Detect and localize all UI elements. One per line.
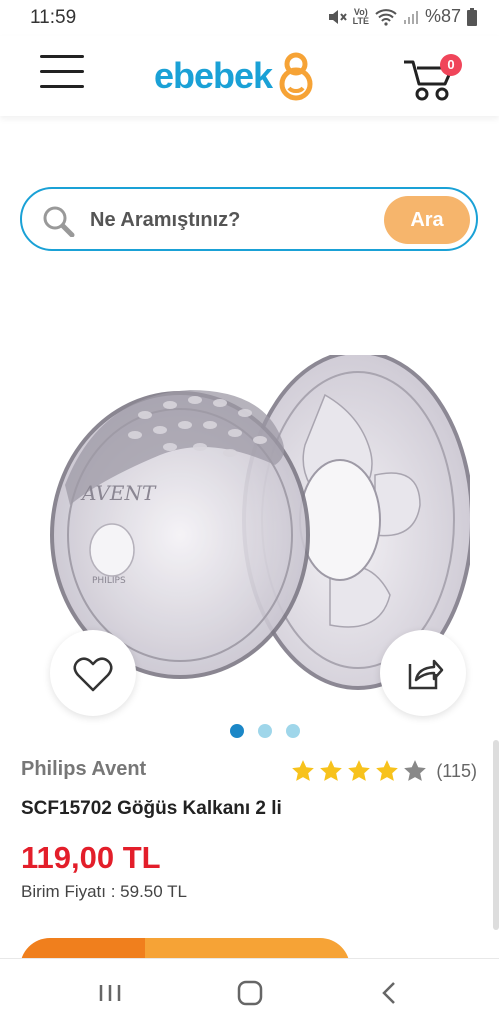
carousel-dot[interactable] [286,724,300,738]
carousel-dot[interactable] [258,724,272,738]
logo-text: ebebek [154,55,273,96]
battery-percent: %87 [424,6,461,26]
heart-icon [73,657,113,692]
product-brand[interactable]: Philips Avent [21,758,146,781]
recents-icon [99,985,121,1001]
status-icons: Vo) LTE %87 [327,6,477,27]
star-empty-icon [404,760,427,781]
unit-price: Birim Fiyatı : 59.50 TL [21,882,187,901]
menu-icon-bar [40,70,84,73]
search-icon [42,205,76,242]
app-header: ebebek 0 [0,36,499,116]
lte-label: Vo) LTE [352,6,369,26]
star-filled-icon [320,760,343,781]
scroll-indicator[interactable] [493,740,499,930]
share-icon [408,659,444,690]
home-icon [237,980,263,1006]
star-filled-icon [348,760,371,781]
product-name: SCF15702 Göğüs Kalkanı 2 li [21,798,282,819]
recents-button[interactable] [90,977,130,1009]
system-nav-bar [0,958,499,1025]
star-filled-icon [292,760,315,781]
mute-icon [327,8,347,26]
back-button[interactable] [370,977,410,1009]
philips-mark-text: PHILIPS [92,576,126,586]
battery-icon [467,7,477,26]
favorite-button[interactable] [50,630,136,716]
logo-mark-icon [279,52,313,101]
menu-button[interactable] [40,55,84,93]
signal-icon [403,9,419,25]
search-bar: Ara [20,187,478,251]
status-time: 11:59 [30,7,77,28]
carousel-dots [230,724,300,738]
status-bar: 11:59 Vo) LTE %87 [0,0,499,36]
product-price: 119,00 TL [21,840,161,875]
menu-icon-bar [40,55,84,58]
wifi-icon [375,8,397,26]
share-button[interactable] [380,630,466,716]
search-button[interactable]: Ara [384,196,470,244]
product-rating[interactable]: (115) [290,758,477,784]
ebebek-logo[interactable]: ebebek [154,50,318,102]
menu-icon-bar [40,85,84,88]
cart-count-badge: 0 [440,54,462,76]
avent-mark-text: AVENT [80,481,157,505]
search-input[interactable] [88,203,392,237]
star-filled-icon [376,760,399,781]
carousel-dot[interactable] [230,724,244,738]
back-icon [382,982,395,1004]
home-button[interactable] [230,977,270,1009]
cart-button[interactable]: 0 [402,52,462,104]
review-count: (115) [436,760,477,781]
